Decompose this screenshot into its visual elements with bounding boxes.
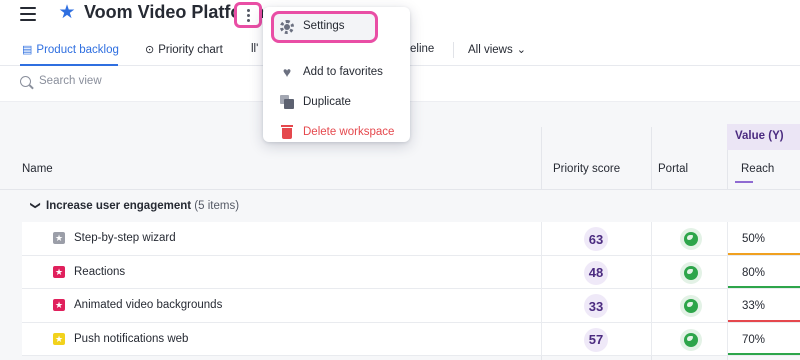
menu-item-settings[interactable]: Settings: [271, 11, 378, 43]
cell-divider: [651, 322, 652, 355]
table-body: ★ Step-by-step wizard 63 50% ★ Reactions…: [22, 222, 800, 356]
portal-globe-icon[interactable]: [680, 261, 702, 284]
menu-item-label: Add to favorites: [303, 66, 383, 78]
tab-all-views[interactable]: All views ⌄: [468, 43, 526, 57]
portal-globe-icon[interactable]: [680, 295, 702, 317]
more-options-button[interactable]: [234, 2, 262, 28]
cell-divider: [727, 255, 728, 288]
search-input[interactable]: [39, 75, 219, 87]
hamburger-menu-icon[interactable]: [20, 7, 36, 21]
chevron-right-icon[interactable]: ❯: [30, 201, 41, 209]
target-icon: ⊙: [145, 44, 155, 56]
portal-globe-icon[interactable]: [680, 328, 702, 351]
reach-value[interactable]: 33%: [742, 300, 765, 312]
column-header-priority-score[interactable]: Priority score: [553, 163, 620, 175]
feature-name[interactable]: Animated video backgrounds: [74, 299, 222, 311]
feature-name[interactable]: Reactions: [74, 266, 125, 278]
active-tab-indicator: [20, 64, 118, 66]
menu-item-add-to-favorites[interactable]: ♥ Add to favorites: [263, 57, 410, 87]
reach-status-bar: [728, 319, 800, 322]
priority-score-badge: 48: [584, 260, 608, 285]
reach-value[interactable]: 70%: [742, 334, 765, 346]
menu-item-label: Settings: [303, 20, 345, 32]
menu-item-label: Delete workspace: [303, 126, 395, 138]
menu-item-duplicate[interactable]: Duplicate: [263, 87, 410, 117]
reach-status-bar: [728, 353, 800, 355]
feature-star-icon: ★: [53, 265, 65, 278]
trash-icon: [280, 125, 294, 139]
tab-timeline[interactable]: eline: [410, 43, 434, 55]
column-header-portal[interactable]: Portal: [658, 163, 688, 175]
search-bar: [20, 75, 219, 87]
column-header-reach[interactable]: Reach: [741, 163, 774, 175]
column-header-name[interactable]: Name: [22, 163, 53, 175]
feature-star-icon: ★: [53, 299, 65, 311]
cell-divider: [727, 322, 728, 355]
reach-value[interactable]: 50%: [742, 233, 765, 245]
chevron-down-icon: ⌄: [516, 44, 526, 56]
tab-label: eline: [410, 43, 435, 55]
feature-star-icon: ★: [53, 232, 65, 244]
table-row[interactable]: ★ Animated video backgrounds 33 33%: [22, 289, 800, 323]
tab-label: All views: [468, 43, 513, 56]
reach-header-indicator: [735, 181, 753, 183]
cell-divider: [541, 255, 542, 288]
value-group-header[interactable]: Value (Y): [727, 124, 800, 150]
duplicate-icon: [280, 95, 294, 109]
cell-divider: [541, 222, 542, 255]
cell-divider: [651, 222, 652, 255]
cell-divider: [541, 322, 542, 355]
cell-divider: [651, 255, 652, 288]
group-name: Increase user engagement: [46, 200, 192, 212]
menu-item-delete-workspace[interactable]: Delete workspace: [263, 117, 410, 147]
cell-divider: [727, 289, 728, 322]
portal-globe-icon[interactable]: [680, 228, 702, 250]
tab-label: Priority chart: [158, 43, 223, 56]
table-row[interactable]: ★ Step-by-step wizard 63 50%: [22, 222, 800, 256]
group-count: (5 items): [194, 200, 240, 212]
star-icon: ★: [58, 2, 76, 23]
search-icon: [20, 75, 31, 87]
feature-name[interactable]: Step-by-step wizard: [74, 232, 176, 244]
cell-divider: [651, 289, 652, 322]
tab-label: ll': [251, 43, 259, 55]
priority-score-badge: 57: [584, 327, 608, 352]
group-label[interactable]: Increase user engagement (5 items): [46, 200, 239, 212]
tab-label: Product backlog: [36, 43, 119, 56]
cell-divider: [541, 289, 542, 322]
feature-name[interactable]: Push notifications web: [74, 333, 188, 345]
reach-status-bar: [728, 286, 800, 288]
list-icon: ▤: [22, 44, 33, 56]
tab-separator: [453, 42, 454, 58]
cell-divider: [727, 222, 728, 255]
table-row[interactable]: ★ Push notifications web 57 70%: [22, 322, 800, 356]
gear-icon: [280, 20, 294, 34]
feature-star-icon: ★: [53, 332, 65, 345]
tab-product-backlog[interactable]: ▤ Product backlog: [22, 43, 119, 57]
tab-partial[interactable]: ll': [251, 43, 258, 55]
reach-value[interactable]: 80%: [742, 267, 765, 279]
heart-icon: ♥: [282, 64, 292, 80]
tab-priority-chart[interactable]: ⊙ Priority chart: [145, 43, 223, 57]
priority-score-badge: 33: [584, 294, 608, 318]
reach-status-bar: [728, 252, 800, 255]
menu-item-label: Duplicate: [303, 96, 351, 108]
table-row[interactable]: ★ Reactions 48 80%: [22, 255, 800, 289]
priority-score-badge: 63: [584, 227, 608, 251]
